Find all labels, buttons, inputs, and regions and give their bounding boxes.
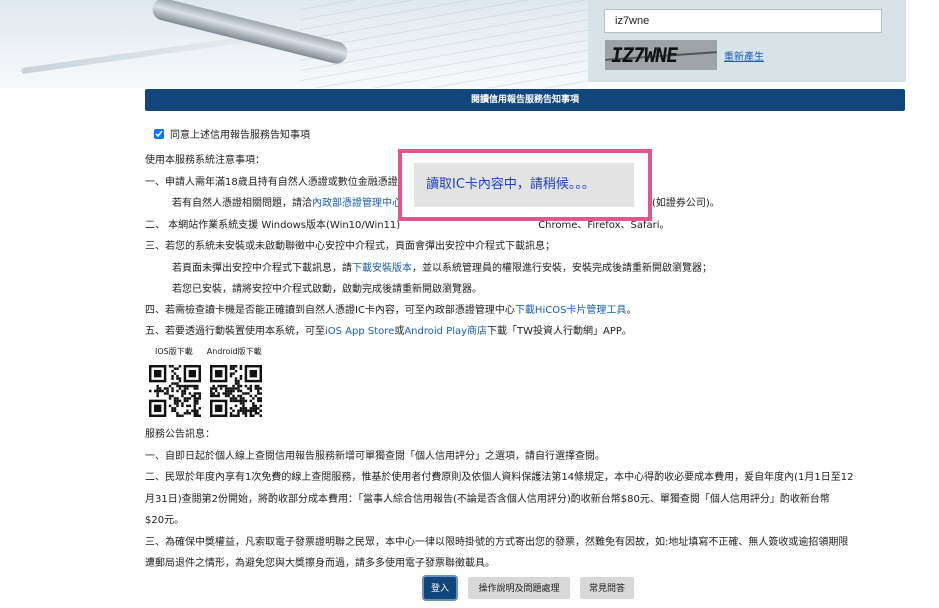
notice-item-5-post: 下載「TW投資人行動網」APP。 [487,326,632,337]
notice-item-1-sub-text: 若有自然人憑證相關問題，請洽 [172,198,312,209]
agree-checkbox-row[interactable]: 同意上述信用報告服務告知事項 [154,126,310,141]
ios-qr-code-icon[interactable] [149,365,201,417]
notice-item-4-post: 。 [626,305,637,316]
announcement-3-line-1: 三、為確保中獎權益，凡索取電子發票證明聯之民眾，本中心一律以限時掛號的方式寄出您… [145,537,849,548]
notice-heading: 使用本服務系統注意事項： [145,155,265,166]
notice-item-3: 三、若您的系統未安裝或未啟動聯徵中心安控中介程式，頁面會彈出安控中介程式下載訊息… [145,241,555,252]
notice-item-2-browsers: Chrome、Firefox、Safari。 [538,220,670,231]
notice-item-5-mid: 或 [394,326,405,337]
captcha-image: IZ7WNE [605,40,717,70]
qr-labels: IOS版下載 Android版下載 [155,346,276,357]
announcement-3-line-2: 遭郵局退件之情形，為避免您與大獎擦身而過，請多多使用電子發票聯徵載具。 [145,558,495,569]
notice-title-bar: 閱讀信用報告服務告知事項 [145,89,905,111]
notice-item-4: 四、若需檢查讀卡機是否能正確讀到自然人憑證IC卡內容，可至內政部憑證管理中心下載… [145,301,636,316]
notice-item-1: 一、申請人需年滿18歲且持有自然人憑證或數位金融憑證 [145,177,398,188]
ios-app-store-link[interactable]: iOS App Store [325,326,394,337]
agree-label: 同意上述信用報告服務告知事項 [170,130,310,141]
loading-message: 讀取IC卡內容中，請稍候。。。 [414,163,634,207]
notice-item-3-sub-1-post: ，並以系統管理員的權限進行安裝，安裝完成後請重新開啟瀏覽器； [412,263,712,274]
agree-checkbox[interactable] [154,128,164,139]
download-install-link[interactable]: 下載安裝版本 [352,263,412,274]
notice-item-5-text: 五、若要透過行動裝置使用本系統，可至 [145,326,325,337]
regenerate-captcha-link[interactable]: 重新產生 [724,48,764,63]
header-banner [0,0,588,88]
moica-link[interactable]: 內政部憑證管理中心 [312,198,402,209]
captcha-panel: IZ7WNE 重新產生 [588,0,906,82]
notice-item-3-sub-1-text: 若頁面未彈出安控中介程式下載訊息，請 [172,263,352,274]
announcement-heading: 服務公告訊息： [145,429,215,440]
loading-dialog: 讀取IC卡內容中，請稍候。。。 [398,149,652,221]
announcement-2-line-3: $20元。 [145,515,185,526]
notice-item-4-text: 四、若需檢查讀卡機是否能正確讀到自然人憑證IC卡內容，可至內政部憑證管理中心 [145,305,515,316]
login-button[interactable]: 登入 [424,577,456,599]
announcement-1: 一、自即日起於個人線上查閱信用報告服務新增可單獨查閱「個人信用評分」之選項，請自… [145,451,605,462]
announcement-2-line-2: 月31日)查閱第2份開始，將酌收部分成本費用：「當事人綜合信用報告(不論是否含個… [145,494,830,505]
announcement-2-line-1: 二、民眾於年度內享有1次免費的線上查閱服務，惟基於使用者付費原則及依個人資料保護… [145,472,854,483]
ios-qr-label: IOS版下載 [155,347,193,356]
notice-item-3-sub-2: 若您已安裝，請將安控中介程式啟動，啟動完成後請重新開啟瀏覽器。 [172,284,482,295]
android-qr-code-icon[interactable] [210,365,262,417]
help-button[interactable]: 操作說明及問題處理 [468,577,570,599]
faq-button[interactable]: 常見問答 [580,577,634,599]
notice-item-2-text: 二、 本網站作業系統支援 Windows版本(Win10/Win11) [145,220,401,231]
hicos-download-link[interactable]: 下載HiCOS卡片管理工具 [515,305,627,316]
android-qr-label: Android版下載 [206,347,262,356]
notice-item-5: 五、若要透過行動裝置使用本系統，可至iOS App Store或Android … [145,322,632,337]
notice-item-3-sub-1: 若頁面未彈出安控中介程式下載訊息，請下載安裝版本，並以系統管理員的權限進行安裝，… [172,259,712,274]
captcha-input[interactable] [604,9,882,33]
android-play-link[interactable]: Android Play商店 [404,326,487,337]
